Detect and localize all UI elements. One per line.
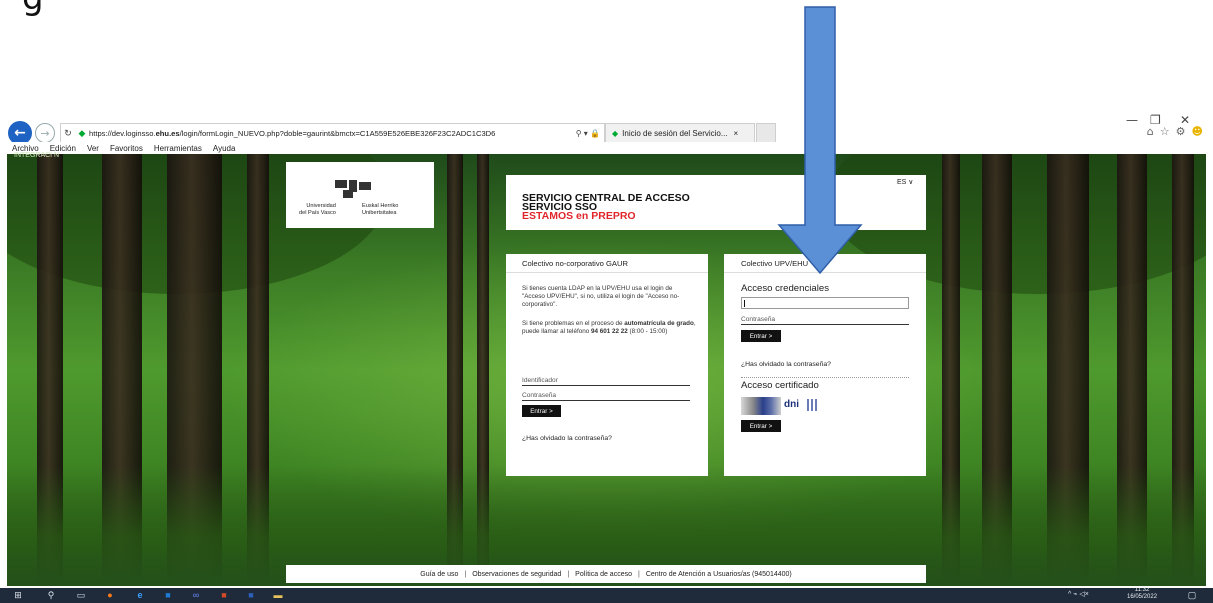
forward-button[interactable]: → <box>35 123 55 143</box>
identifier-underline <box>522 385 690 386</box>
word-icon[interactable]: ■ <box>245 590 257 601</box>
windows-taskbar <box>0 588 1213 603</box>
menu-favoritos[interactable]: Favoritos <box>110 144 143 153</box>
minimize-icon[interactable]: — <box>1126 113 1138 127</box>
credentials-heading: Acceso credenciales <box>741 283 829 294</box>
logo-left-line2: del País Vasco <box>299 210 336 216</box>
footer-link-guide[interactable]: Guía de uso <box>420 571 458 578</box>
settings-gear-icon[interactable]: ⚙ <box>1176 125 1186 138</box>
password-underline <box>741 324 909 325</box>
logo-right-line2: Unibertsitatea <box>362 210 397 216</box>
start-windows-icon[interactable]: ⊞ <box>12 590 24 601</box>
gaur-enter-button[interactable]: Entrar > <box>522 405 561 417</box>
url-domain: ehu.es <box>155 128 180 138</box>
footer-link-security[interactable]: Observaciones de seguridad <box>472 571 561 578</box>
gaur-panel-heading: Colectivo no-corporativo GAUR <box>522 259 628 268</box>
certificate-heading: Acceso certificado <box>741 380 819 391</box>
powerpoint-icon[interactable]: ■ <box>218 590 230 601</box>
system-tray-icons[interactable]: ^ ⌁ ◁× <box>1068 590 1089 598</box>
reload-icon[interactable]: ↻ <box>61 128 75 139</box>
app-loop-icon[interactable]: ∞ <box>190 590 202 601</box>
footer-link-policy[interactable]: Política de acceso <box>575 571 632 578</box>
menu-herramientas[interactable]: Herramientas <box>154 144 202 153</box>
favorites-star-icon[interactable]: ☆ <box>1160 125 1170 138</box>
site-icon: ◆ <box>78 127 86 138</box>
tab-close-icon[interactable]: × <box>734 129 739 138</box>
university-logo-icon <box>335 180 371 198</box>
phone-para-bold: automatrícula de grado <box>624 320 694 327</box>
gaur-identifier-field[interactable]: Identificador <box>522 377 558 384</box>
logo-right-line1: Euskal Herriko <box>362 203 399 209</box>
url-text[interactable]: https://dev.loginsso.ehu.es/login/formLo… <box>89 129 570 138</box>
footer-link-support[interactable]: Centro de Atención a Usuarios/as (945014… <box>646 571 792 578</box>
internet-explorer-icon[interactable]: e <box>134 590 146 601</box>
address-tools[interactable]: ⚲ ▾ 🔒 <box>570 129 604 138</box>
gaur-phone-paragraph: Si tiene problemas en el proceso de auto… <box>522 320 697 336</box>
blue-arrow-annotation <box>777 6 863 275</box>
username-input[interactable] <box>741 297 909 309</box>
smiley-icon[interactable]: ☻ <box>1192 125 1203 138</box>
section-divider <box>741 377 909 378</box>
file-explorer-icon[interactable]: ▬ <box>272 590 284 601</box>
menu-bar: Archivo Edición Ver Favoritos Herramient… <box>0 142 1213 154</box>
url-prefix: https://dev.loginsso. <box>89 128 156 138</box>
logo-left-line1: Universidad <box>306 203 336 209</box>
watermark-text: INTEGRACI N <box>14 152 60 159</box>
menu-ver[interactable]: Ver <box>87 144 99 153</box>
clock-time: 11:32 <box>1134 587 1150 593</box>
language-selector[interactable]: ES ∨ <box>897 178 913 186</box>
footer-separator: | <box>637 570 640 578</box>
search-icon[interactable]: ⚲ <box>45 590 57 601</box>
phone-number: 94 601 22 22 <box>590 328 628 335</box>
cropped-glyph: g <box>22 0 44 18</box>
firefox-icon[interactable]: ● <box>104 590 116 601</box>
panel-divider <box>506 272 708 273</box>
url-path: /login/formLogin_NUEVO.php?doble=gaurint… <box>179 128 496 138</box>
password-underline <box>522 400 690 401</box>
browser-tab[interactable]: ◆ Inicio de sesión del Servicio... × <box>605 123 755 143</box>
notifications-icon[interactable]: ▢ <box>1186 590 1198 601</box>
clock-date: 16/05/2022 <box>1127 594 1158 600</box>
tab-favicon-icon: ◆ <box>612 128 619 138</box>
home-icon[interactable]: ⌂ <box>1147 125 1154 138</box>
upv-enter-button[interactable]: Entrar > <box>741 330 781 342</box>
screenshot-root: { "top_glyph": "g", "browser": { "url_pr… <box>0 0 1213 603</box>
upv-forgot-password-link[interactable]: ¿Has olvidado la contraseña? <box>741 361 831 368</box>
gaur-password-field[interactable]: Contraseña <box>522 392 556 399</box>
address-bar[interactable]: ↻ ◆ https://dev.loginsso.ehu.es/login/fo… <box>60 123 605 143</box>
task-view-icon[interactable]: ▭ <box>75 590 87 601</box>
phone-hours: (8:00 - 15:00) <box>627 328 668 335</box>
dni-card-icon <box>741 397 781 415</box>
footer-separator: | <box>464 570 467 578</box>
new-tab-button[interactable] <box>756 123 776 143</box>
gaur-forgot-password-link[interactable]: ¿Has olvidado la contraseña? <box>522 435 612 442</box>
logo-text-right: Euskal Herriko Unibertsitatea <box>362 203 398 217</box>
logo-text-left: Universidad del País Vasco <box>299 203 336 217</box>
page-footer: Guía de uso | Observaciones de seguridad… <box>286 565 926 583</box>
dni-pattern-icon <box>807 399 819 411</box>
dni-logo: dni <box>784 399 799 410</box>
footer-separator: | <box>567 570 570 578</box>
outlook-icon[interactable]: ■ <box>162 590 174 601</box>
certificate-enter-button[interactable]: Entrar > <box>741 420 781 432</box>
gaur-info-paragraph: Si tienes cuenta LDAP en la UPV/EHU usa … <box>522 285 680 308</box>
tab-title: Inicio de sesión del Servicio... <box>622 128 728 138</box>
toolbar-icons: ⌂ ☆ ⚙ ☻ <box>1147 125 1203 138</box>
taskbar-clock[interactable]: 11:32 16/05/2022 <box>1127 587 1157 601</box>
menu-ayuda[interactable]: Ayuda <box>213 144 236 153</box>
cropped-top-text: g <box>0 0 60 22</box>
upv-password-field[interactable]: Contraseña <box>741 316 775 323</box>
phone-para-text: Si tiene problemas en el proceso de <box>522 320 625 327</box>
service-title-line3: ESTAMOS en PREPRO <box>522 210 636 222</box>
